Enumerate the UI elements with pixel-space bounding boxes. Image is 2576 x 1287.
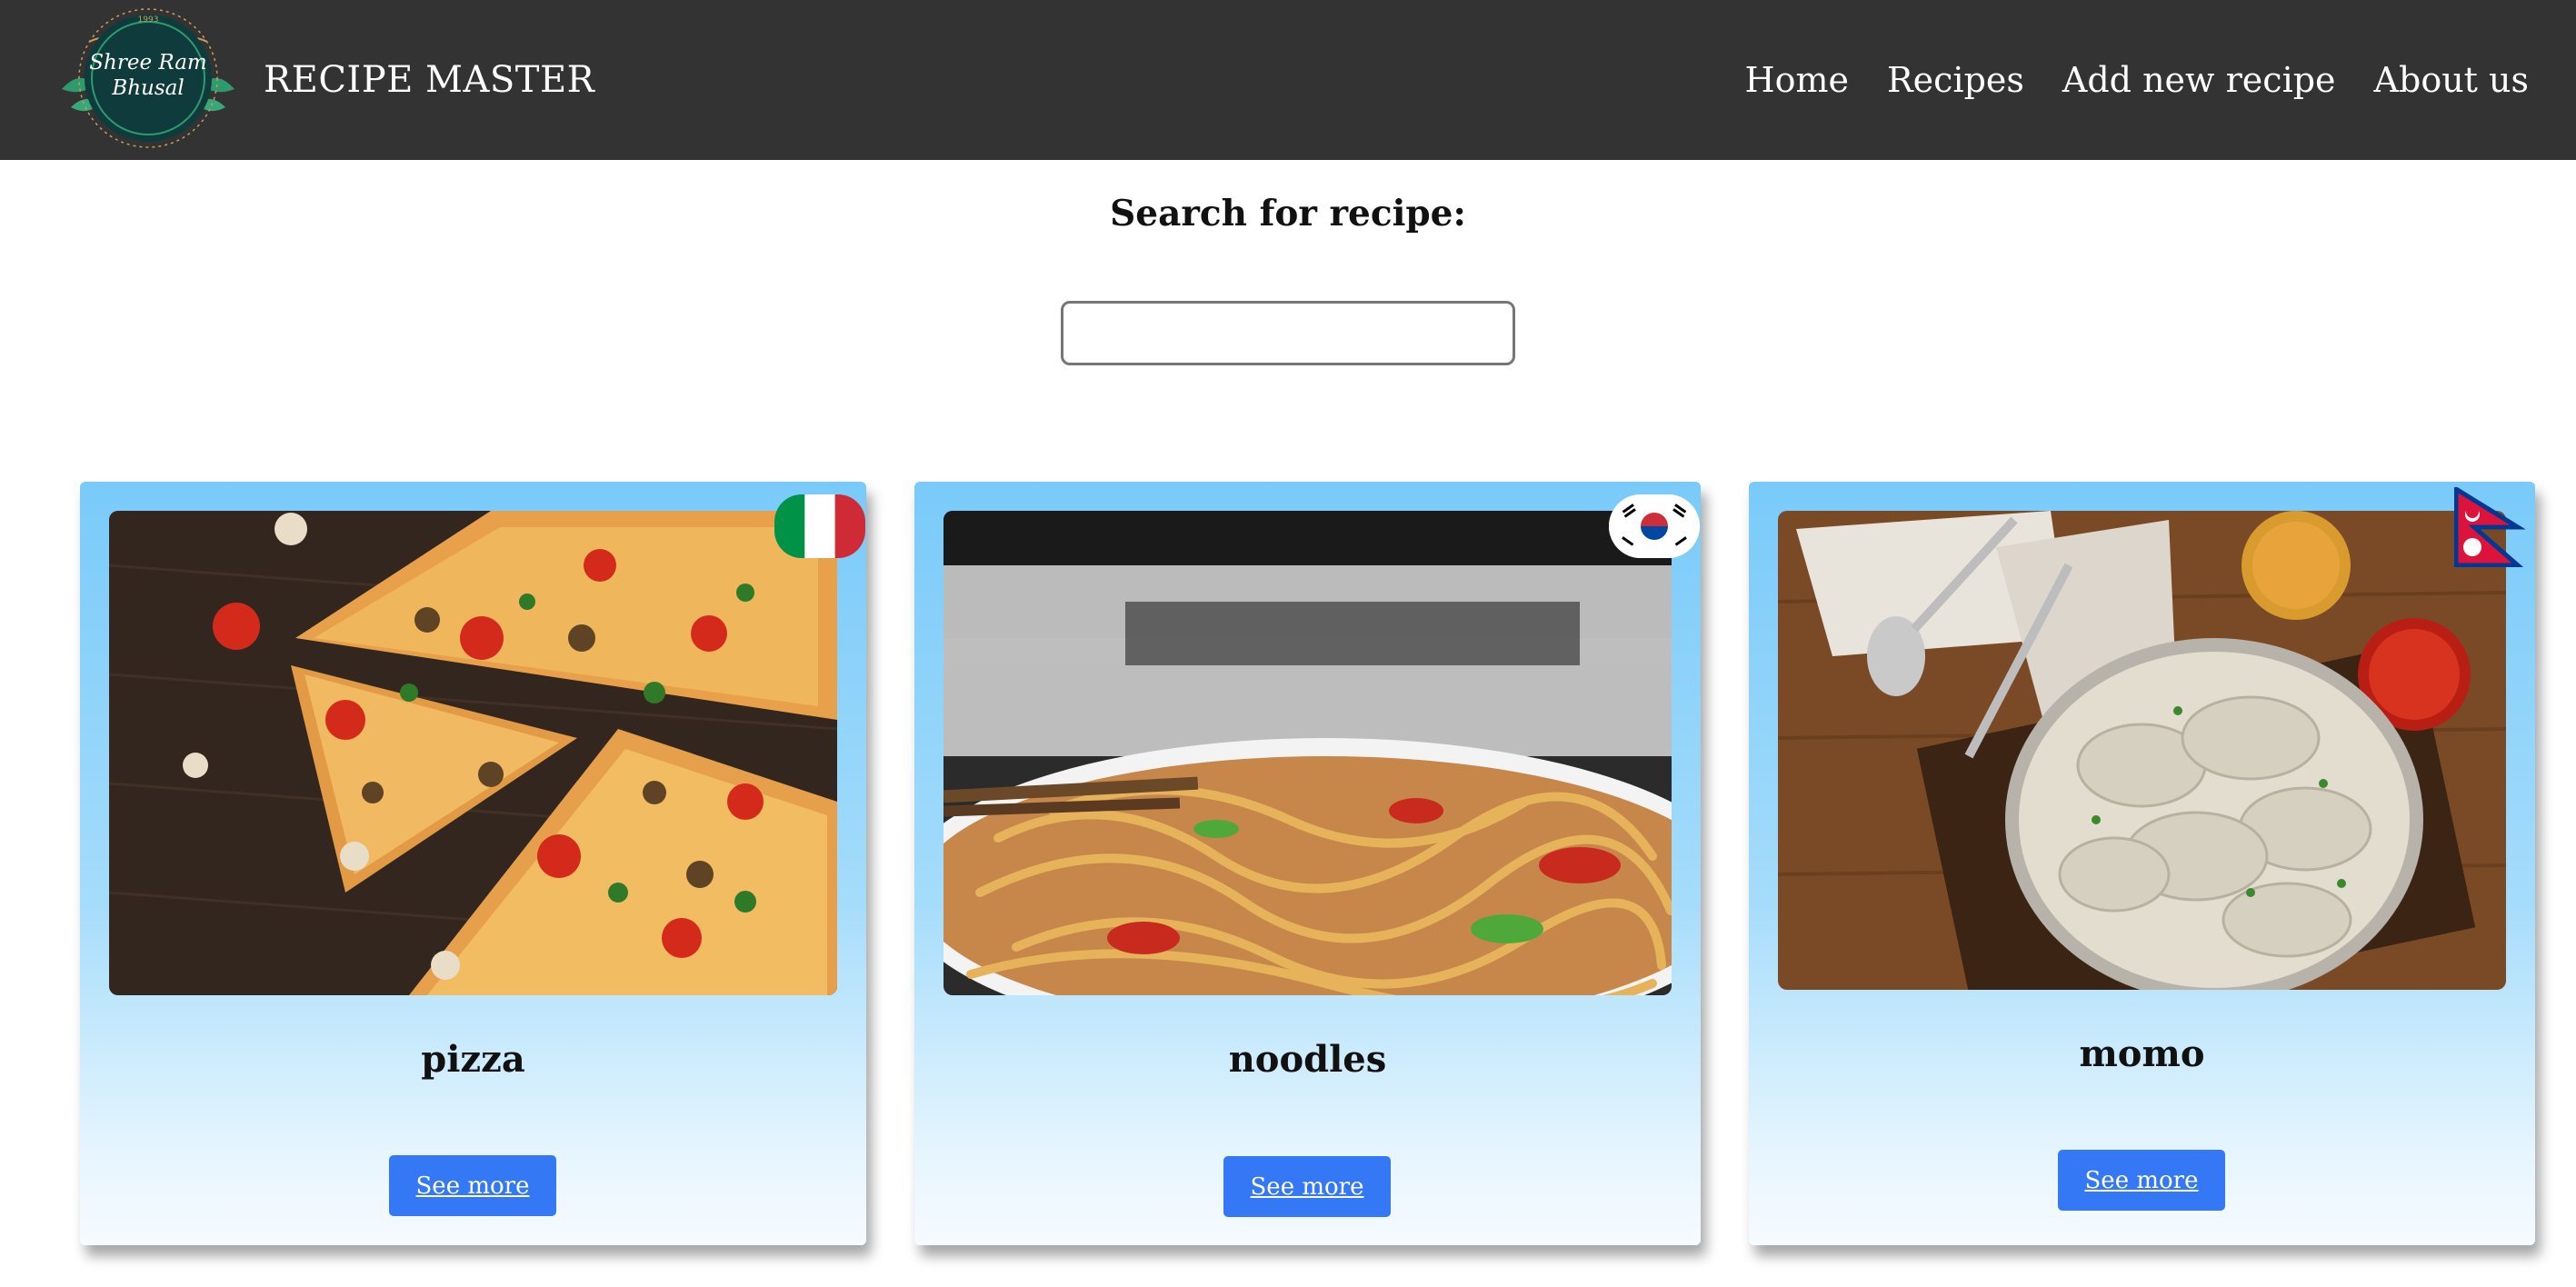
logo-badge-icon: 1993 Shree Ram Bhusal [62, 8, 235, 148]
brand-title[interactable]: RECIPE MASTER [264, 0, 594, 160]
nav-home[interactable]: Home [1744, 60, 1849, 100]
recipe-card-noodles: noodles See more [914, 482, 1701, 1245]
italy-flag-icon [774, 494, 865, 558]
see-more-button[interactable]: See more [389, 1155, 556, 1216]
see-more-button[interactable]: See more [2058, 1150, 2225, 1211]
recipe-card-pizza: pizza See more [80, 482, 866, 1245]
south-korea-flag-icon [1609, 494, 1700, 558]
svg-text:Bhusal: Bhusal [111, 76, 184, 100]
nepal-flag-icon [2454, 487, 2527, 567]
site-logo[interactable]: 1993 Shree Ram Bhusal [53, 5, 244, 151]
search-input[interactable] [1061, 301, 1515, 365]
noodles-image[interactable] [944, 511, 1672, 995]
svg-text:1993: 1993 [138, 15, 159, 25]
nav-recipes[interactable]: Recipes [1887, 60, 2024, 100]
recipe-title: pizza [421, 1038, 525, 1081]
nav-about-us[interactable]: About us [2374, 60, 2529, 100]
search-label: Search for recipe: [1110, 193, 1466, 234]
svg-text:Shree Ram: Shree Ram [89, 51, 206, 75]
pizza-image[interactable] [109, 511, 837, 995]
recipe-title: momo [2079, 1033, 2205, 1075]
recipe-card-momo: momo See more [1749, 482, 2535, 1245]
main-nav: Home Recipes Add new recipe About us [1744, 0, 2529, 160]
nav-add-new-recipe[interactable]: Add new recipe [2062, 60, 2336, 100]
recipe-title: noodles [1228, 1038, 1387, 1081]
see-more-button[interactable]: See more [1223, 1156, 1391, 1217]
navbar: 1993 Shree Ram Bhusal RECIPE MASTER Home… [0, 0, 2576, 160]
momo-image[interactable] [1778, 511, 2506, 990]
